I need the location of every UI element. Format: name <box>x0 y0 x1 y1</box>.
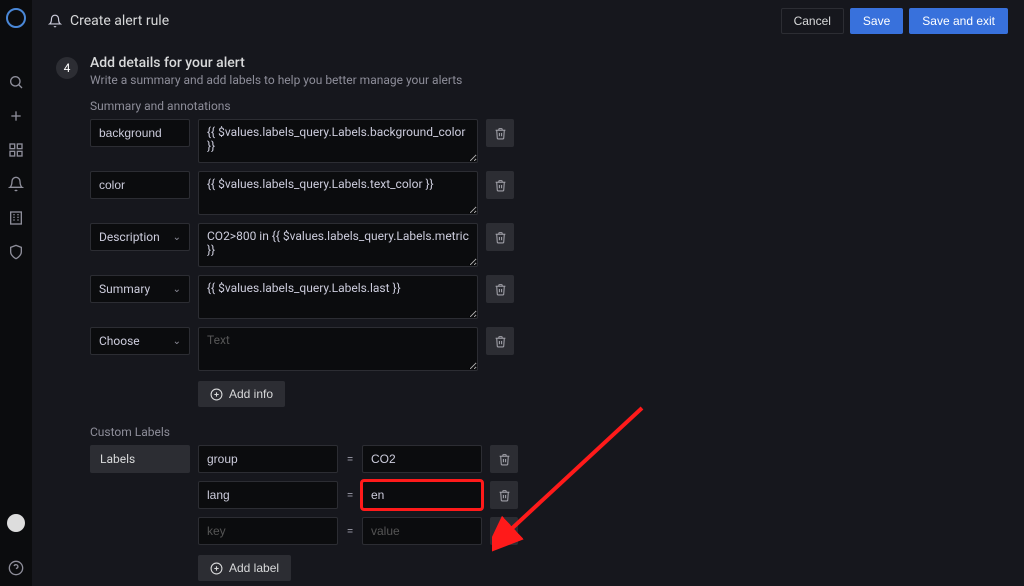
annotation-value-textarea[interactable] <box>198 119 478 163</box>
page-title: Create alert rule <box>70 13 169 29</box>
save-exit-button[interactable]: Save and exit <box>909 8 1008 34</box>
alert-icon[interactable] <box>8 176 24 192</box>
annotation-key-select[interactable]: Description ⌄ <box>90 223 190 251</box>
label-row: = <box>198 481 518 509</box>
annotation-key-select[interactable]: Choose ⌄ <box>90 327 190 355</box>
label-row: = <box>198 445 518 473</box>
chevron-down-icon: ⌄ <box>173 232 181 243</box>
delete-annotation-button[interactable] <box>486 223 514 251</box>
annotation-value-textarea[interactable] <box>198 223 478 267</box>
annotation-row <box>90 119 1000 163</box>
plus-circle-icon <box>210 562 223 575</box>
label-key-input[interactable] <box>198 517 338 545</box>
avatar[interactable] <box>7 514 25 532</box>
annotation-key-input[interactable] <box>90 119 190 147</box>
step-subtitle: Write a summary and add labels to help y… <box>90 73 462 87</box>
equals-sign: = <box>346 452 354 466</box>
label-value-input[interactable] <box>362 445 482 473</box>
label-row: = <box>198 517 518 545</box>
step-number: 4 <box>56 57 78 79</box>
bell-icon <box>48 14 62 28</box>
save-button[interactable]: Save <box>850 8 903 34</box>
org-icon[interactable] <box>8 210 24 226</box>
content-area: 4 Add details for your alert Write a sum… <box>32 43 1024 586</box>
plus-icon[interactable] <box>8 108 24 124</box>
annotation-key-text: Description <box>99 230 160 244</box>
delete-annotation-button[interactable] <box>486 275 514 303</box>
annotation-value-textarea[interactable] <box>198 171 478 215</box>
topbar: Create alert rule Cancel Save Save and e… <box>32 0 1024 43</box>
annotation-key-select[interactable]: Summary ⌄ <box>90 275 190 303</box>
dashboards-icon[interactable] <box>8 142 24 158</box>
label-key-input[interactable] <box>198 481 338 509</box>
cancel-button[interactable]: Cancel <box>781 8 844 34</box>
nav-rail <box>0 0 32 586</box>
label-value-input[interactable] <box>362 517 482 545</box>
add-info-button[interactable]: Add info <box>198 381 285 407</box>
annotation-value-textarea[interactable] <box>198 327 478 371</box>
label-key-input[interactable] <box>198 445 338 473</box>
labels-tag: Labels <box>90 445 190 473</box>
annotation-arrow <box>492 403 652 553</box>
label-value-input[interactable] <box>362 481 482 509</box>
step-title: Add details for your alert <box>90 55 462 71</box>
search-icon[interactable] <box>8 74 24 90</box>
chevron-down-icon: ⌄ <box>173 336 181 347</box>
shield-icon[interactable] <box>8 244 24 260</box>
logo-icon[interactable] <box>6 8 26 28</box>
equals-sign: = <box>346 524 354 538</box>
add-info-label: Add info <box>229 387 273 401</box>
delete-annotation-button[interactable] <box>486 119 514 147</box>
annotation-key-text: Choose <box>99 334 140 348</box>
annotation-key-text: Summary <box>99 282 150 296</box>
add-label-text: Add label <box>229 561 279 575</box>
delete-annotation-button[interactable] <box>486 171 514 199</box>
annotation-row: Summary ⌄ <box>90 275 1000 319</box>
annotation-row <box>90 171 1000 215</box>
plus-circle-icon <box>210 388 223 401</box>
annotation-value-textarea[interactable] <box>198 275 478 319</box>
add-label-button[interactable]: Add label <box>198 555 291 581</box>
equals-sign: = <box>346 488 354 502</box>
chevron-down-icon: ⌄ <box>173 284 181 295</box>
annotations-section-label: Summary and annotations <box>90 99 1000 113</box>
annotation-row: Description ⌄ <box>90 223 1000 267</box>
annotation-key-input[interactable] <box>90 171 190 199</box>
annotation-row: Choose ⌄ <box>90 327 1000 371</box>
delete-annotation-button[interactable] <box>486 327 514 355</box>
help-icon[interactable] <box>8 560 24 576</box>
